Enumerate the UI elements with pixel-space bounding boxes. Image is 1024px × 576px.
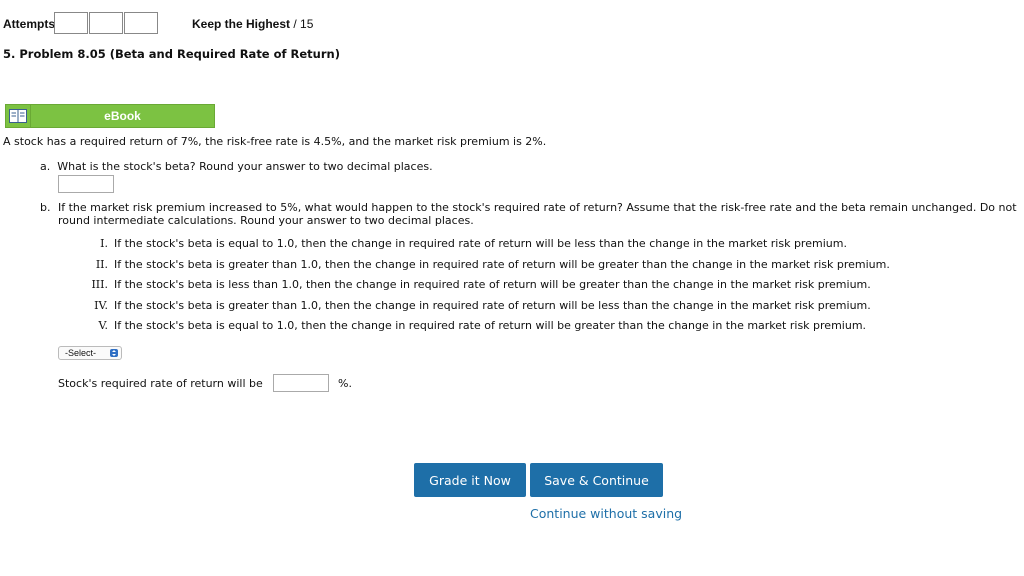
part-b-question: If the market risk premium increased to … (58, 201, 1017, 227)
book-icon[interactable] (5, 104, 31, 128)
rate-answer-input[interactable] (273, 374, 329, 392)
continue-without-saving-link[interactable]: Continue without saving (530, 506, 682, 521)
part-a-text: What is the stock's beta? Round your ans… (57, 160, 433, 173)
attempt-box (54, 12, 88, 34)
part-a-label: a. (40, 160, 51, 173)
select-arrows-icon (110, 349, 118, 357)
keep-highest: Keep the Highest / 15 (192, 17, 313, 31)
ebook-button[interactable]: eBook (31, 104, 215, 128)
option-text: If the stock's beta is equal to 1.0, the… (114, 319, 867, 333)
part-a-question: a. What is the stock's beta? Round your … (40, 160, 433, 173)
attempts-label: Attempts (3, 17, 56, 31)
problem-intro: A stock has a required return of 7%, the… (3, 135, 547, 148)
beta-answer-input[interactable] (58, 175, 114, 193)
option-text: If the stock's beta is greater than 1.0,… (114, 257, 890, 271)
option-number: V. (98, 319, 108, 333)
attempt-box (124, 12, 158, 34)
part-b-label: b. (40, 201, 51, 214)
option-number: I. (100, 237, 108, 250)
select-value: -Select- (65, 348, 97, 358)
option-number: IV. (94, 298, 108, 312)
option-number: II. (95, 257, 108, 271)
save-continue-button[interactable]: Save & Continue (530, 463, 663, 497)
option-number: III. (91, 278, 108, 292)
ebook-link[interactable]: eBook (5, 104, 215, 128)
option-select[interactable]: -Select- (58, 346, 122, 360)
score-total: / 15 (293, 17, 314, 31)
problem-title: 5. Problem 8.05 (Beta and Required Rate … (3, 47, 340, 61)
option-text: If the stock's beta is less than 1.0, th… (114, 278, 871, 292)
rate-label: Stock's required rate of return will be (58, 377, 263, 390)
keep-highest-label: Keep the Highest (192, 17, 291, 31)
grade-it-now-button[interactable]: Grade it Now (414, 463, 526, 497)
rate-unit: %. (338, 377, 352, 390)
option-text: If the stock's beta is equal to 1.0, the… (114, 237, 847, 250)
option-text: If the stock's beta is greater than 1.0,… (114, 298, 871, 312)
attempt-box (89, 12, 123, 34)
attempt-boxes (54, 12, 159, 34)
